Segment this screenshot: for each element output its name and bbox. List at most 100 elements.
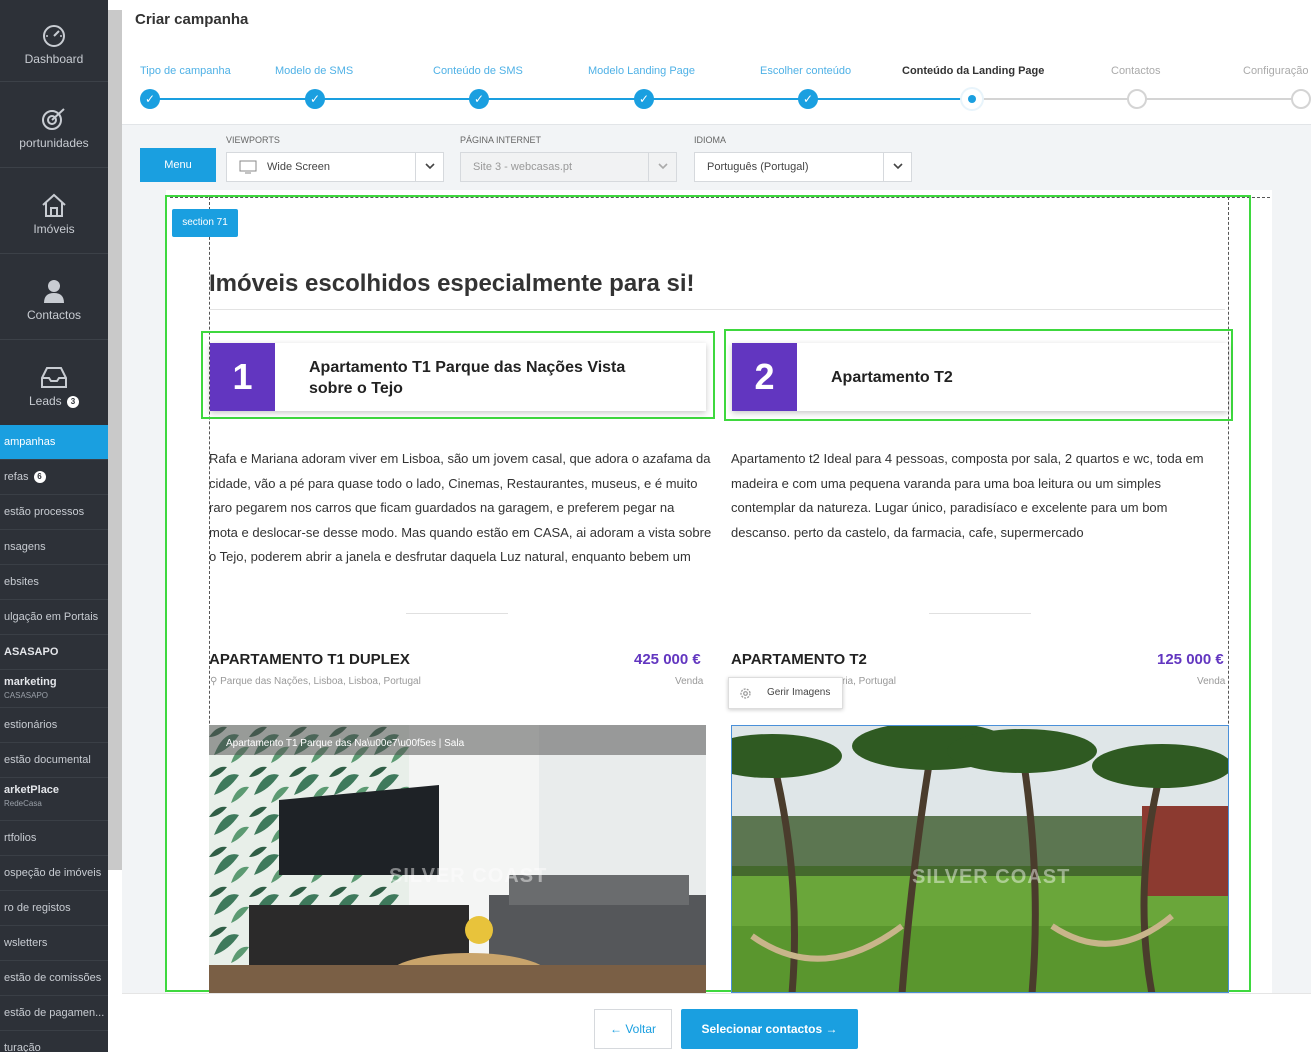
house-icon: [42, 193, 66, 217]
sidebar-label: turação: [4, 1042, 41, 1052]
step-label[interactable]: Modelo de SMS: [275, 65, 353, 77]
sidebar-item-websites[interactable]: ebsites: [0, 565, 108, 600]
step-label[interactable]: Modelo Landing Page: [588, 65, 695, 77]
property-price-2[interactable]: 125 000 €: [1157, 651, 1224, 668]
sidebar-item-contactos[interactable]: Contactos: [0, 254, 108, 340]
property-deal-1: Venda: [675, 676, 704, 687]
sidebar-item-campanhas[interactable]: ampanhas: [0, 425, 108, 460]
step-done-check-icon[interactable]: ✓: [798, 89, 818, 109]
step-done-check-icon[interactable]: ✓: [634, 89, 654, 109]
sidebar-label: nsagens: [4, 541, 46, 553]
headline-divider: [209, 309, 1225, 310]
property-description-2[interactable]: Apartamento t2 Ideal para 4 pessoas, com…: [731, 447, 1226, 545]
sidebar-item-comissoes[interactable]: estão de comissões: [0, 961, 108, 996]
pagina-internet-label: PÁGINA INTERNET: [460, 135, 542, 145]
sidebar-item-questionarios[interactable]: estionários: [0, 708, 108, 743]
viewports-label: VIEWPORTS: [226, 135, 280, 145]
sidebar-item-registos[interactable]: ro de registos: [0, 891, 108, 926]
sidebar-item-gestao-documental[interactable]: estão documental: [0, 743, 108, 778]
campaign-stepper: Tipo de campanha Modelo de SMS Conteúdo …: [122, 56, 1311, 124]
property-photo-2[interactable]: SILVER COAST: [731, 725, 1229, 993]
sidebar-label: ospeção de imóveis: [4, 867, 102, 879]
section-headline[interactable]: Imóveis escolhidos especialmente para si…: [209, 270, 695, 298]
sidebar-label: estão processos: [4, 506, 85, 518]
target-icon: [42, 108, 65, 130]
viewport-select[interactable]: Wide Screen: [226, 152, 444, 182]
sidebar-item-marketplace[interactable]: arketPlace RedeCasa: [0, 778, 108, 821]
property-photo-1[interactable]: Apartamento T1 Parque das Na\u00e7\u00f5…: [209, 725, 706, 993]
sidebar-label: estão de comissões: [4, 972, 102, 984]
step-label: Conteúdo da Landing Page: [902, 65, 1045, 77]
sidebar-item-newsletters[interactable]: wsletters: [0, 926, 108, 961]
sidebar-scrollbar[interactable]: [108, 10, 122, 870]
sidebar-item-divulgacao[interactable]: ulgação em Portais: [0, 600, 108, 635]
sidebar-item-leads[interactable]: Leads 3: [0, 340, 108, 426]
sidebar-item-prospecao[interactable]: ospeção de imóveis: [0, 856, 108, 891]
property-card-2[interactable]: 2 Apartamento T2: [732, 343, 1228, 411]
divider: [929, 613, 1031, 614]
property-card-1[interactable]: 1 Apartamento T1 Parque das Nações Vista…: [210, 343, 706, 411]
step-pending-circle-icon: [1291, 89, 1311, 109]
step-label: Configuração: [1243, 65, 1309, 77]
section-tag[interactable]: section 71: [172, 209, 238, 237]
sidebar-item-oportunidades[interactable]: portunidades: [0, 82, 108, 168]
sidebar-label: ulgação em Portais: [4, 611, 99, 623]
menu-button[interactable]: Menu: [140, 148, 216, 182]
person-icon: [44, 280, 64, 303]
property-title-2[interactable]: APARTAMENTO T2: [731, 651, 867, 668]
sidebar-item-faturacao[interactable]: turação: [0, 1031, 108, 1052]
footer-bar: ← Voltar Selecionar contactos →: [122, 993, 1311, 1052]
step-label[interactable]: Conteúdo de SMS: [433, 65, 523, 77]
back-label: Voltar: [625, 1022, 657, 1036]
living-room-photo: [209, 725, 706, 993]
sidebar-item-dashboard[interactable]: Dashboard: [0, 10, 108, 82]
sidebar: Dashboard portunidades Imóveis Contactos…: [0, 0, 108, 1052]
sidebar-item-mensagens[interactable]: nsagens: [0, 530, 108, 565]
description-line: raro pegarem nos carros que ficam guarda…: [209, 500, 675, 515]
inbox-icon: [41, 367, 67, 388]
property-card-title: Apartamento T2: [831, 369, 953, 386]
step-label[interactable]: Tipo de campanha: [140, 65, 231, 77]
property-title-1[interactable]: APARTAMENTO T1 DUPLEX: [209, 651, 410, 668]
sidebar-label: Contactos: [26, 308, 82, 322]
description-line: descanso. perto da castelo, da farmacia,…: [731, 524, 1084, 540]
sidebar-label: marketing: [4, 676, 57, 688]
chevron-down-icon: [648, 153, 676, 181]
sidebar-label: refas: [4, 471, 29, 483]
description-line: madeira e com uma pequena varanda para u…: [731, 475, 1161, 491]
property-number: 1: [210, 343, 275, 411]
arrow-left-icon: ←: [609, 1022, 626, 1036]
sidebar-item-imoveis[interactable]: Imóveis: [0, 168, 108, 254]
property-card-title: Apartamento T1 Parque das Nações Vista s…: [309, 357, 625, 399]
editor-toolbar: Menu VIEWPORTS Wide Screen PÁGINA INTERN…: [122, 124, 1311, 190]
property-card-title-line: Apartamento T1 Parque das Nações Vista: [309, 359, 626, 376]
sidebar-item-casasapo[interactable]: ASASAPO: [0, 635, 108, 670]
description-line: o Tejo, poderem abrir a janela e desfrut…: [209, 549, 691, 564]
sidebar-label: ASASAPO: [4, 646, 59, 658]
property-deal-2: Venda: [1197, 676, 1226, 687]
step-done-check-icon[interactable]: ✓: [469, 89, 489, 109]
step-done-check-icon[interactable]: ✓: [140, 89, 160, 109]
step-done-check-icon[interactable]: ✓: [305, 89, 325, 109]
property-card-title-line: sobre o Tejo: [309, 380, 403, 397]
photo-watermark: SILVER COAST: [912, 866, 1071, 888]
sidebar-item-tarefas[interactable]: refas 6: [0, 460, 108, 495]
property-price-1[interactable]: 425 000 €: [634, 651, 701, 668]
sidebar-item-marketing[interactable]: marketing CASASAPO: [0, 670, 108, 708]
idioma-select[interactable]: Português (Portugal): [694, 152, 912, 182]
sidebar-item-gestao-processos[interactable]: estão processos: [0, 495, 108, 530]
monitor-icon: [239, 160, 257, 174]
select-contacts-button[interactable]: Selecionar contactos →: [681, 1009, 858, 1049]
step-label[interactable]: Escolher conteúdo: [760, 65, 851, 77]
sidebar-item-portfolios[interactable]: rtfolios: [0, 821, 108, 856]
property-location-text: Parque das Nações, Lisboa, Lisboa, Portu…: [220, 676, 421, 687]
leads-badge: 3: [67, 395, 80, 408]
description-line: cidade, vão a pé para quase todo o lado,…: [209, 475, 698, 491]
step-pending-circle-icon: [1127, 89, 1147, 109]
property-description-1[interactable]: Rafa e Mariana adoram viver em Lisboa, s…: [209, 447, 719, 570]
gerir-imagens-button[interactable]: Gerir Imagens: [728, 677, 843, 709]
sidebar-item-pagamentos[interactable]: estão de pagamen...: [0, 996, 108, 1031]
back-button[interactable]: ← Voltar: [594, 1009, 672, 1049]
sidebar-label: rtfolios: [4, 832, 37, 844]
property-number: 2: [732, 343, 797, 411]
